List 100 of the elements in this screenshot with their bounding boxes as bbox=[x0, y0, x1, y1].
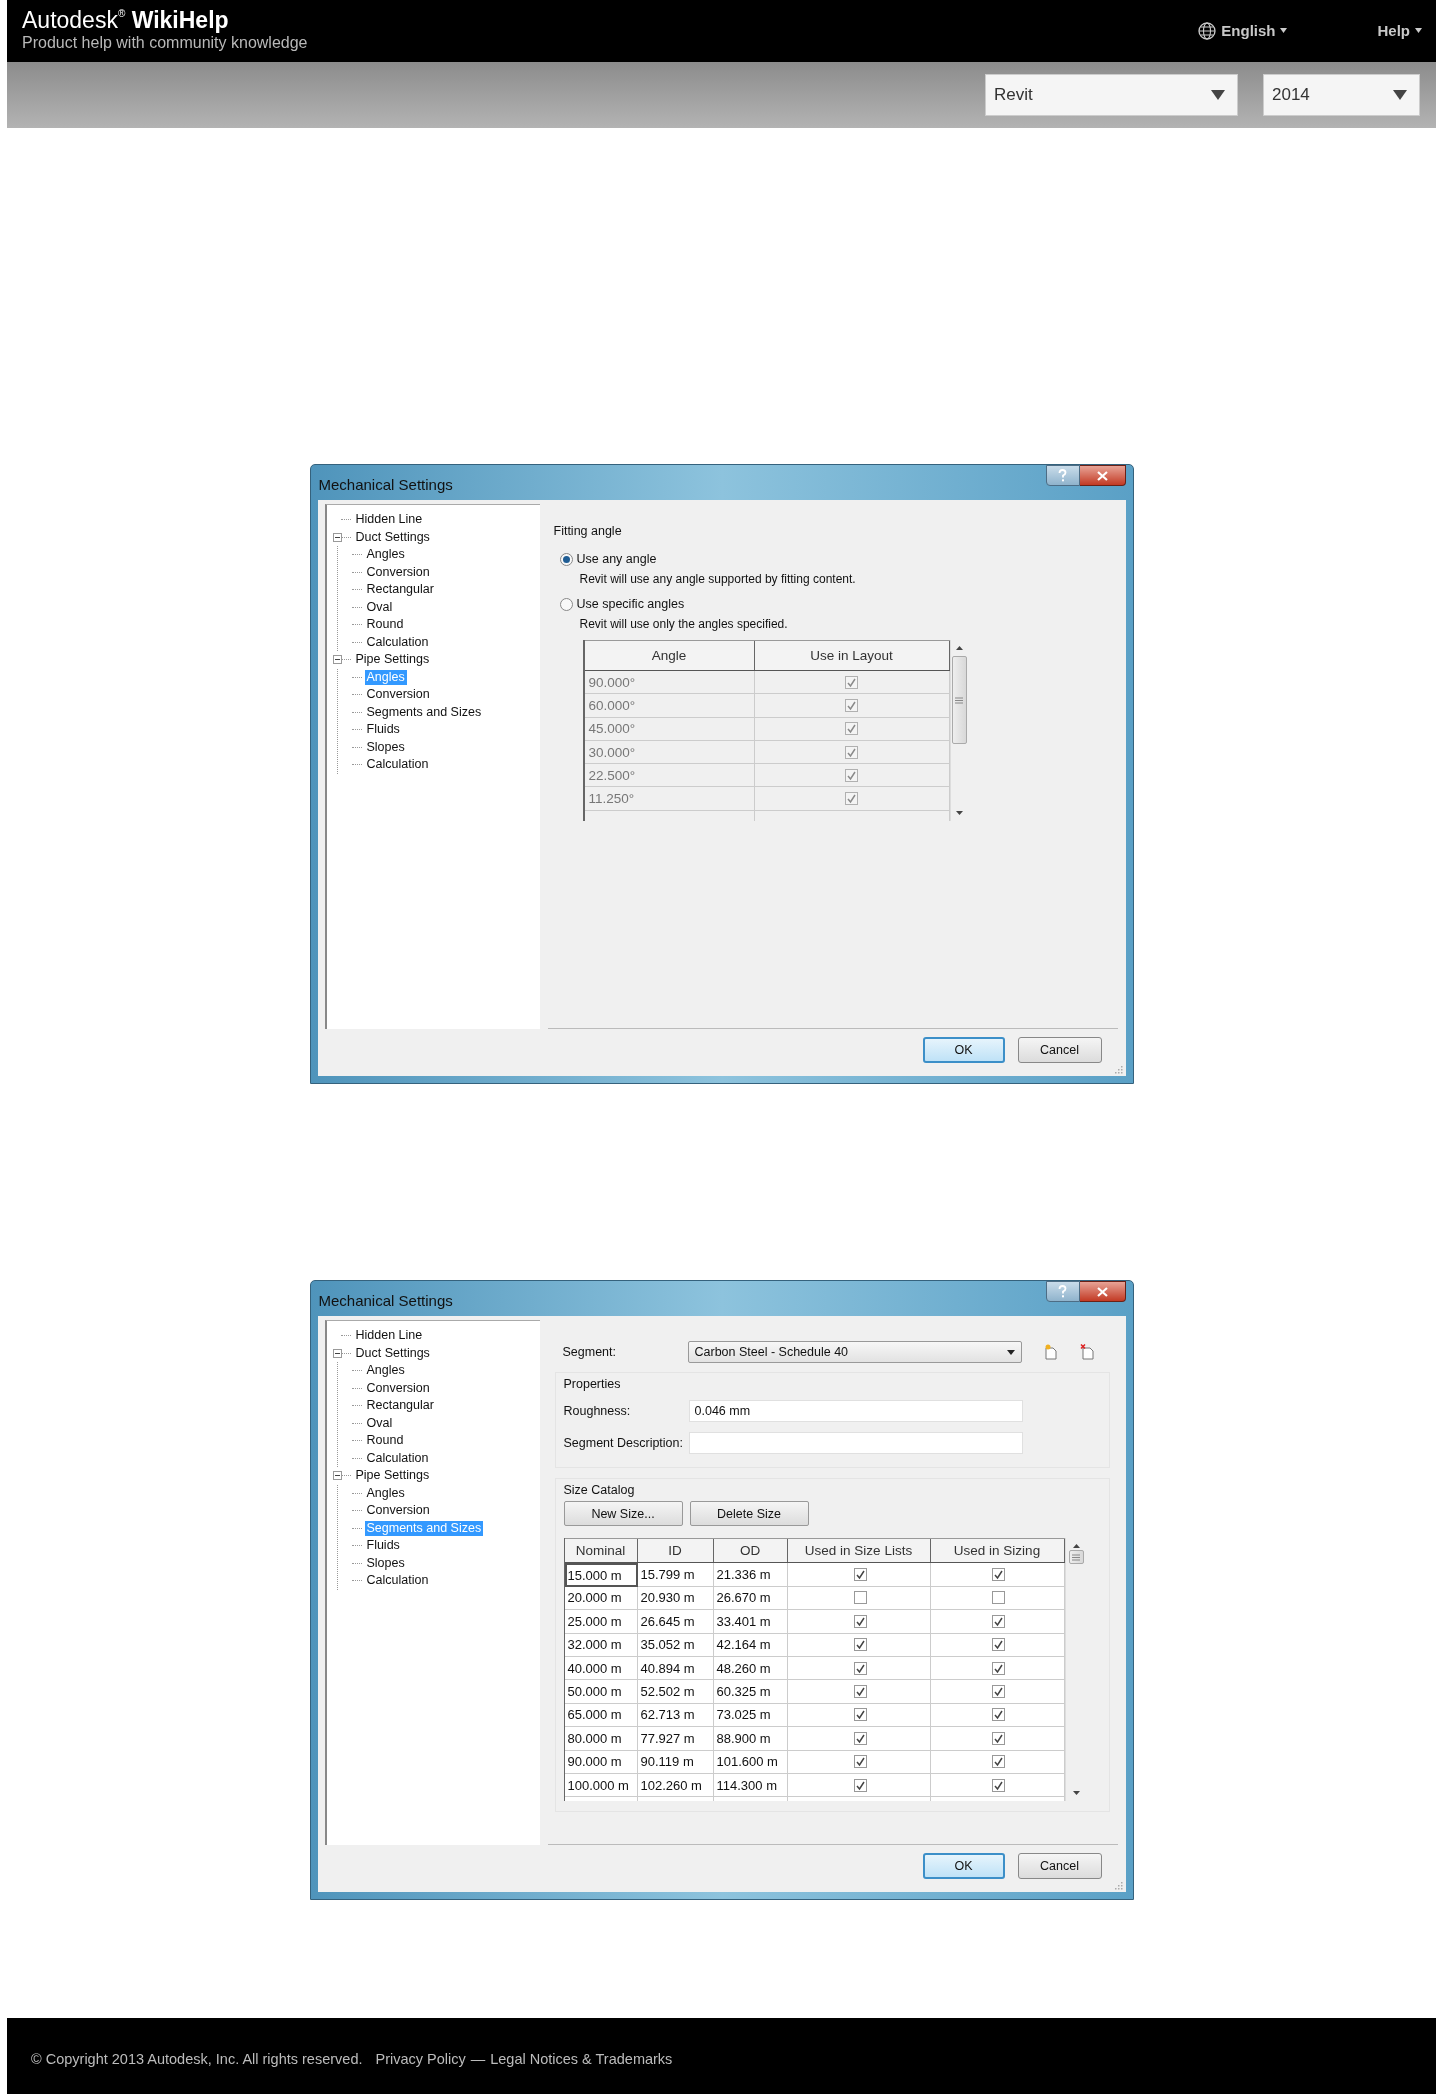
button[interactable]: New Size... bbox=[563, 1501, 683, 1526]
tree-item[interactable]: Conversion bbox=[364, 564, 432, 580]
collapse-icon[interactable] bbox=[332, 1348, 342, 1358]
tree-item[interactable]: Pipe Settings bbox=[353, 1468, 432, 1484]
checkbox[interactable] bbox=[853, 1614, 867, 1628]
tree-item[interactable]: Round bbox=[364, 617, 406, 633]
tree-item[interactable]: Duct Settings bbox=[353, 529, 432, 545]
checkbox[interactable] bbox=[853, 1708, 867, 1722]
tree-item[interactable]: Slopes bbox=[364, 1555, 407, 1571]
column-header[interactable]: Used in Sizing bbox=[930, 1539, 1065, 1563]
table-cell[interactable]: 15.000 m bbox=[564, 1563, 638, 1587]
segment-dropdown[interactable]: Carbon Steel - Schedule 40 bbox=[687, 1341, 1022, 1363]
close-button[interactable] bbox=[1079, 1281, 1126, 1302]
table-cell[interactable]: 20.000 m bbox=[564, 1586, 638, 1611]
checkbox[interactable] bbox=[992, 1661, 1005, 1675]
grip-icon bbox=[1072, 1553, 1080, 1561]
checkbox[interactable] bbox=[853, 1638, 867, 1652]
column-header[interactable]: OD bbox=[713, 1539, 788, 1563]
checkbox[interactable] bbox=[992, 1708, 1005, 1722]
column-header[interactable]: ID bbox=[637, 1539, 714, 1563]
tree-item[interactable]: Slopes bbox=[364, 739, 407, 755]
tree-item[interactable]: Rectangular bbox=[364, 1398, 436, 1414]
radio-option[interactable]: Use any angle bbox=[559, 550, 1118, 568]
table-cell[interactable]: 100.000 m bbox=[564, 1773, 638, 1798]
radio-option[interactable]: Use specific angles bbox=[559, 595, 1118, 613]
language-menu[interactable]: English bbox=[1198, 21, 1288, 40]
grip-icon bbox=[955, 696, 963, 704]
tree-item[interactable]: Segments and Sizes bbox=[364, 704, 484, 720]
tree-item[interactable]: Pipe Settings bbox=[353, 652, 432, 668]
collapse-icon[interactable] bbox=[332, 655, 342, 665]
tree-item[interactable]: Round bbox=[364, 1433, 406, 1449]
tree-item[interactable]: Rectangular bbox=[364, 582, 436, 598]
tree-item[interactable]: Calculation bbox=[364, 757, 431, 773]
table-cell: 90.000° bbox=[584, 671, 755, 695]
tree-item[interactable]: Duct Settings bbox=[353, 1345, 432, 1361]
tree-item[interactable]: Calculation bbox=[364, 1450, 431, 1466]
tree-item[interactable]: Angles bbox=[364, 547, 407, 563]
checkbox[interactable] bbox=[853, 1731, 867, 1745]
checkbox[interactable] bbox=[853, 1685, 867, 1699]
checkbox[interactable] bbox=[992, 1591, 1005, 1605]
table-cell: 22.500° bbox=[584, 764, 755, 788]
checkbox[interactable] bbox=[992, 1568, 1005, 1582]
table-cell[interactable]: 32.000 m bbox=[564, 1633, 638, 1657]
table-cell[interactable]: 90.000 m bbox=[564, 1750, 638, 1774]
table-cell: 35.052 m bbox=[637, 1633, 714, 1657]
help-button[interactable] bbox=[1045, 465, 1080, 486]
column-header[interactable]: Used in Size Lists bbox=[787, 1539, 931, 1563]
checkbox[interactable] bbox=[853, 1591, 867, 1605]
checkbox[interactable] bbox=[853, 1755, 867, 1769]
button[interactable]: Delete Size bbox=[689, 1501, 809, 1526]
tree-item[interactable]: Oval bbox=[364, 599, 395, 615]
dropdown[interactable]: 2014 bbox=[1263, 74, 1420, 116]
logo[interactable]: Autodesk$^{®}$ WikiHelp bbox=[22, 7, 308, 33]
tree-item[interactable]: Fluids bbox=[364, 722, 402, 738]
checkbox[interactable] bbox=[992, 1685, 1005, 1699]
ok-button[interactable]: OK bbox=[922, 1037, 1005, 1063]
dropdown[interactable]: Revit bbox=[985, 74, 1238, 116]
text-field[interactable]: 0.046 mm bbox=[688, 1400, 1023, 1422]
footer-link[interactable]: Legal Notices & Trademarks bbox=[490, 2050, 673, 2067]
footer-link[interactable]: Privacy Policy bbox=[375, 2050, 466, 2067]
help-button[interactable] bbox=[1045, 1281, 1080, 1302]
tree-item[interactable]: Oval bbox=[364, 1415, 395, 1431]
checkbox[interactable] bbox=[992, 1614, 1005, 1628]
tree-item[interactable]: Conversion bbox=[364, 687, 432, 703]
group-title: Properties bbox=[563, 1377, 622, 1391]
collapse-icon[interactable] bbox=[332, 532, 342, 542]
checkbox[interactable] bbox=[853, 1661, 867, 1675]
checkbox[interactable] bbox=[853, 1568, 867, 1582]
checkbox[interactable] bbox=[992, 1638, 1005, 1652]
table-cell[interactable]: 65.000 m bbox=[564, 1703, 638, 1728]
collapse-icon[interactable] bbox=[332, 1471, 342, 1481]
table-cell[interactable]: 25.000 m bbox=[564, 1610, 638, 1634]
new-document-icon bbox=[1042, 1344, 1059, 1360]
tree-item[interactable]: Fluids bbox=[364, 1538, 402, 1554]
tree-item[interactable]: Conversion bbox=[364, 1380, 432, 1396]
text-field[interactable] bbox=[688, 1432, 1023, 1454]
table-cell[interactable]: 80.000 m bbox=[564, 1727, 638, 1751]
cancel-button[interactable]: Cancel bbox=[1017, 1037, 1102, 1063]
tree-item[interactable]: Hidden Line bbox=[353, 1328, 425, 1344]
checkbox[interactable] bbox=[992, 1755, 1005, 1769]
caret-icon bbox=[1415, 28, 1422, 33]
tree-item[interactable]: Calculation bbox=[364, 1573, 431, 1589]
column-header[interactable]: Nominal bbox=[564, 1539, 638, 1563]
ok-button[interactable]: OK bbox=[922, 1853, 1005, 1879]
checkbox[interactable] bbox=[853, 1778, 867, 1792]
tree-item[interactable]: Conversion bbox=[364, 1503, 432, 1519]
checkbox[interactable] bbox=[992, 1731, 1005, 1745]
table-cell: 77.927 m bbox=[637, 1727, 714, 1751]
table-cell[interactable]: 50.000 m bbox=[564, 1680, 638, 1704]
checkbox[interactable] bbox=[992, 1778, 1005, 1792]
table-cell: 62.713 m bbox=[637, 1703, 714, 1728]
tree-item[interactable]: Angles bbox=[364, 1485, 407, 1501]
close-button[interactable] bbox=[1079, 465, 1126, 486]
table-cell: 15.799 m bbox=[637, 1563, 714, 1587]
tree-item[interactable]: Hidden Line bbox=[353, 512, 425, 528]
table-cell[interactable]: 40.000 m bbox=[564, 1656, 638, 1681]
help-menu[interactable]: Help bbox=[1377, 22, 1422, 39]
tree-item[interactable]: Calculation bbox=[364, 634, 431, 650]
tree-item[interactable]: Angles bbox=[364, 1363, 407, 1379]
cancel-button[interactable]: Cancel bbox=[1017, 1853, 1102, 1879]
